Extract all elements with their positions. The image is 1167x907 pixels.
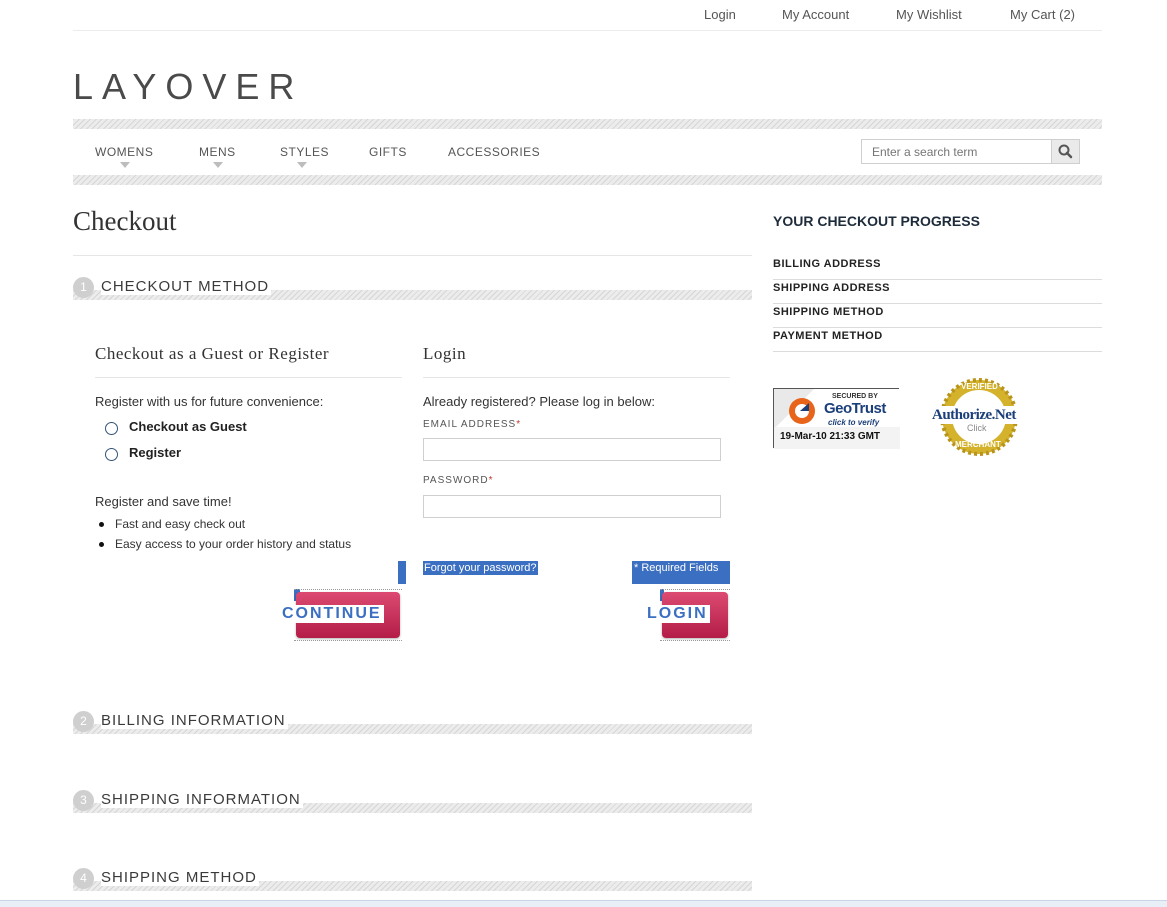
progress-item-billing-address: BILLING ADDRESS bbox=[773, 256, 1102, 280]
forgot-password-link[interactable]: Forgot your password? bbox=[423, 561, 538, 575]
chevron-down-icon bbox=[297, 162, 307, 168]
nav-item-womens[interactable]: WOMENS bbox=[95, 145, 153, 159]
authorize-verified-text: VERIFIED bbox=[961, 382, 998, 391]
nav-item-mens[interactable]: MENS bbox=[199, 145, 236, 159]
authorize-net-seal[interactable]: VERIFIED Authorize.Net Click MERCHANT bbox=[931, 378, 1027, 456]
benefit-item: Easy access to your order history and st… bbox=[115, 537, 352, 551]
radio-label-register[interactable]: Register bbox=[129, 445, 181, 460]
top-link-login[interactable]: Login bbox=[704, 7, 736, 22]
chevron-down-icon bbox=[120, 162, 130, 168]
step-number: 2 bbox=[73, 711, 94, 732]
authorize-click-text: Click bbox=[967, 423, 987, 433]
page-title: Checkout bbox=[73, 206, 177, 236]
focus-outline bbox=[660, 640, 730, 641]
nav-item-styles[interactable]: STYLES bbox=[280, 145, 329, 159]
continue-button-label[interactable]: CONTINUE bbox=[280, 605, 384, 623]
progress-item-shipping-method: SHIPPING METHOD bbox=[773, 304, 1102, 328]
email-label: EMAIL ADDRESS* bbox=[423, 419, 521, 430]
site-logo[interactable]: LAYOVER bbox=[73, 66, 303, 108]
step-shipping-information[interactable]: 3 SHIPPING INFORMATION bbox=[73, 790, 752, 814]
progress-item-payment-method: PAYMENT METHOD bbox=[773, 328, 1102, 352]
authorize-merchant-text: MERCHANT bbox=[955, 440, 1001, 449]
focus-outline bbox=[660, 589, 730, 590]
step-number: 1 bbox=[73, 277, 94, 298]
geotrust-verify-text: click to verify bbox=[828, 418, 880, 427]
radio-label-guest[interactable]: Checkout as Guest bbox=[129, 419, 247, 434]
email-label-text: EMAIL ADDRESS bbox=[423, 419, 517, 430]
step-billing-information[interactable]: 2 BILLING INFORMATION bbox=[73, 711, 752, 735]
top-link-my-cart[interactable]: My Cart (2) bbox=[1010, 7, 1075, 22]
search-button[interactable] bbox=[1051, 139, 1080, 164]
divider bbox=[95, 377, 402, 378]
required-mark: * bbox=[516, 419, 522, 430]
step-label: CHECKOUT METHOD bbox=[101, 278, 272, 295]
guest-section-title: Checkout as a Guest or Register bbox=[95, 344, 330, 363]
divider bbox=[423, 377, 730, 378]
register-intro-text: Register with us for future convenience: bbox=[95, 394, 324, 409]
bullet-icon bbox=[99, 522, 104, 527]
progress-item-shipping-address: SHIPPING ADDRESS bbox=[773, 280, 1102, 304]
geotrust-secured-text: SECURED BY bbox=[832, 393, 878, 400]
top-link-my-wishlist[interactable]: My Wishlist bbox=[896, 7, 962, 22]
login-section-title: Login bbox=[423, 344, 467, 363]
required-mark: * bbox=[488, 475, 494, 486]
geotrust-brand-text: GeoTrust bbox=[824, 400, 886, 417]
divider bbox=[73, 255, 752, 256]
main-nav: WOMENS MENS STYLES GIFTS ACCESSORIES bbox=[73, 119, 1102, 185]
top-links-bar: Login My Account My Wishlist My Cart (2) bbox=[73, 6, 1102, 31]
password-label: PASSWORD* bbox=[423, 475, 494, 486]
top-link-my-account[interactable]: My Account bbox=[782, 7, 849, 22]
geotrust-seal[interactable]: SECURED BY GeoTrust click to verify 19-M… bbox=[773, 388, 900, 449]
password-field[interactable] bbox=[423, 495, 721, 518]
geotrust-date-text: 19-Mar-10 21:33 GMT bbox=[780, 431, 881, 442]
login-intro-text: Already registered? Please log in below: bbox=[423, 394, 655, 409]
password-label-text: PASSWORD bbox=[423, 475, 489, 486]
step-number: 3 bbox=[73, 790, 94, 811]
radio-checkout-as-guest[interactable] bbox=[105, 422, 118, 435]
step-label: BILLING INFORMATION bbox=[101, 712, 288, 729]
authorize-brand-text: Authorize.Net bbox=[932, 407, 1016, 423]
search-input[interactable] bbox=[861, 139, 1052, 164]
step-label: SHIPPING INFORMATION bbox=[101, 791, 303, 808]
save-time-text: Register and save time! bbox=[95, 494, 232, 509]
chevron-down-icon bbox=[213, 162, 223, 168]
step-checkout-method[interactable]: 1 CHECKOUT METHOD bbox=[73, 277, 752, 301]
window-bottom-edge bbox=[0, 900, 1167, 907]
nav-bottom-band bbox=[73, 175, 1102, 185]
radio-register[interactable] bbox=[105, 448, 118, 461]
checkout-progress-title: YOUR CHECKOUT PROGRESS bbox=[773, 213, 980, 229]
nav-item-gifts[interactable]: GIFTS bbox=[369, 145, 407, 159]
required-fields-note: * Required Fields bbox=[632, 561, 730, 584]
step-label: SHIPPING METHOD bbox=[101, 869, 259, 886]
focus-outline bbox=[294, 640, 402, 641]
login-button-label[interactable]: LOGIN bbox=[645, 605, 710, 623]
email-field[interactable] bbox=[423, 438, 721, 461]
focus-outline bbox=[294, 589, 402, 590]
nav-top-band bbox=[73, 119, 1102, 129]
nav-item-accessories[interactable]: ACCESSORIES bbox=[448, 145, 540, 159]
text-selection-highlight bbox=[398, 561, 406, 584]
step-number: 4 bbox=[73, 868, 94, 889]
step-shipping-method[interactable]: 4 SHIPPING METHOD bbox=[73, 868, 752, 892]
benefit-item: Fast and easy check out bbox=[115, 517, 246, 531]
bullet-icon bbox=[99, 542, 104, 547]
search-icon bbox=[1058, 144, 1073, 159]
